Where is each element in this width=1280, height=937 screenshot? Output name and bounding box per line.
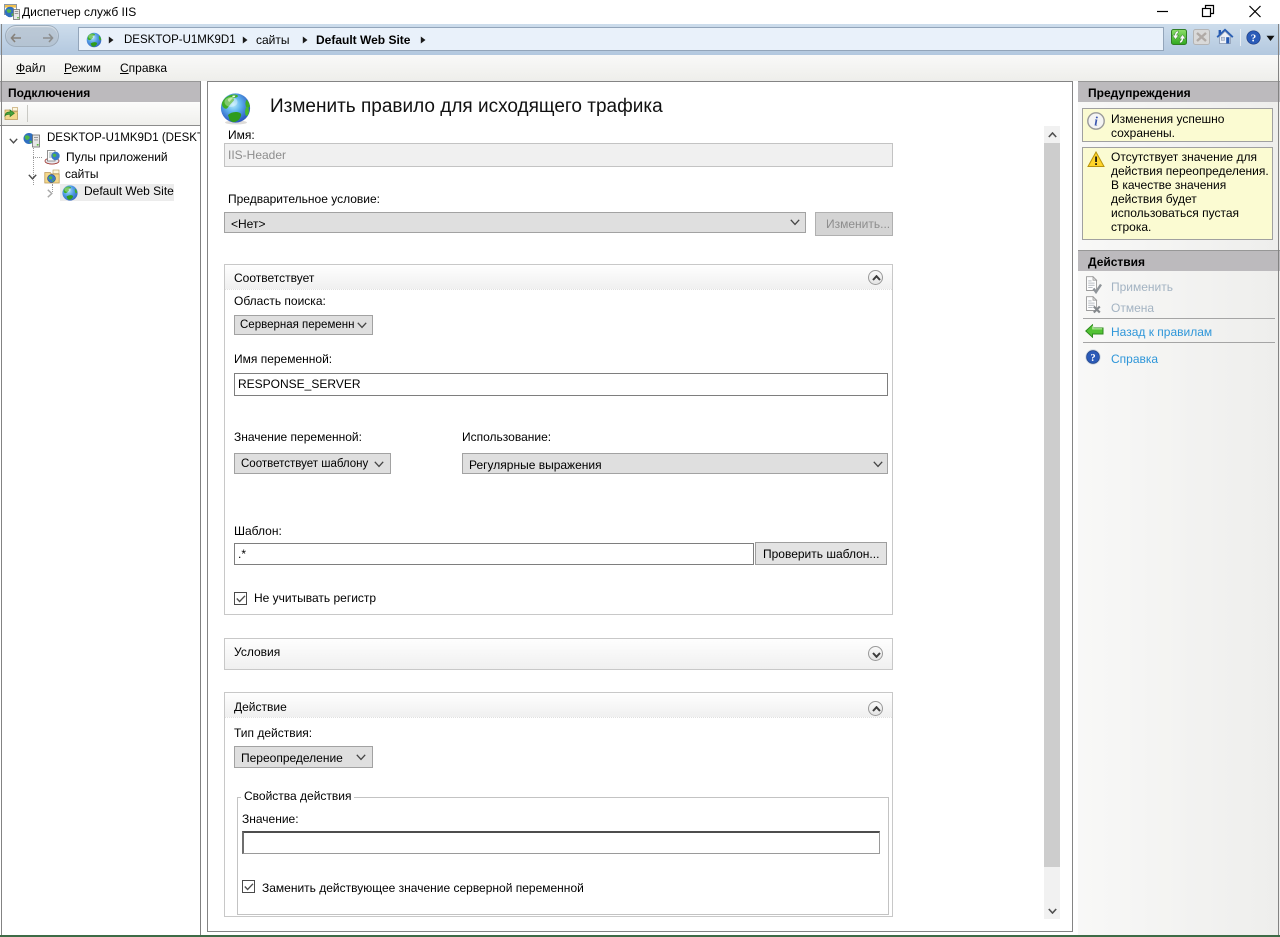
svg-text:i: i xyxy=(1094,114,1098,129)
svg-text:?: ? xyxy=(1090,353,1095,364)
svg-text:?: ? xyxy=(1251,32,1257,44)
